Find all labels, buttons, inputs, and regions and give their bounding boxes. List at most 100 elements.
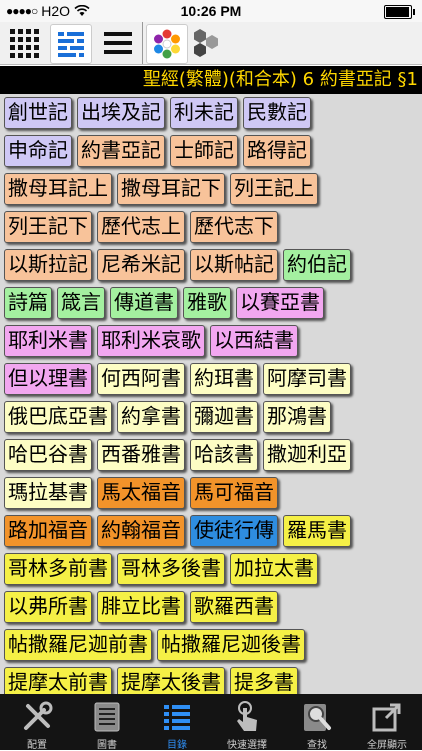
- book-button[interactable]: 耶利米哀歌: [97, 325, 205, 357]
- book-row: 哈巴谷書 西番雅書 哈該書 撒迦利亞: [4, 439, 422, 471]
- book-button[interactable]: 加拉太書: [230, 553, 318, 585]
- book-button[interactable]: 士師記: [170, 135, 238, 167]
- book-button[interactable]: 雅歌: [183, 287, 231, 319]
- book-button[interactable]: 馬太福音: [97, 477, 185, 509]
- tab-label: 目錄: [167, 740, 187, 751]
- book-button[interactable]: 約伯記: [283, 249, 351, 281]
- tab-search[interactable]: 查找: [282, 694, 352, 751]
- tab-label: 查找: [307, 740, 327, 751]
- book-button[interactable]: 哈巴谷書: [4, 439, 92, 471]
- book-button[interactable]: 詩篇: [4, 287, 52, 319]
- book-button[interactable]: 以西結書: [210, 325, 298, 357]
- book-row: 詩篇 箴言 傳道書 雅歌 以賽亞書: [4, 287, 422, 319]
- book-row: 俄巴底亞書 約拿書 彌迦書 那鴻書: [4, 401, 422, 433]
- book-row: 列王記下 歷代志上 歷代志下: [4, 211, 422, 243]
- book-button[interactable]: 尼希米記: [97, 249, 185, 281]
- clock: 10:26 PM: [180, 3, 242, 19]
- book-row: 但以理書 何西阿書 約珥書 阿摩司書: [4, 363, 422, 395]
- list-view-button[interactable]: [50, 24, 92, 64]
- fullscreen-icon: [372, 703, 401, 732]
- book-button[interactable]: 撒母耳記下: [117, 173, 225, 205]
- tap-icon: [237, 701, 257, 731]
- book-button[interactable]: 路得記: [243, 135, 311, 167]
- book-button[interactable]: 以斯帖記: [190, 249, 278, 281]
- book-button[interactable]: 馬可福音: [190, 477, 278, 509]
- book-row: 以斯拉記 尼希米記 以斯帖記 約伯記: [4, 249, 422, 281]
- book-button[interactable]: 何西阿書: [97, 363, 185, 395]
- book-button[interactable]: 帖撒羅尼迦後書: [157, 629, 305, 661]
- book-button[interactable]: 哈該書: [190, 439, 258, 471]
- tab-books[interactable]: 圖書: [72, 694, 142, 751]
- book-button[interactable]: 提摩太前書: [4, 667, 112, 694]
- book-button[interactable]: 利未記: [170, 97, 238, 129]
- book-button[interactable]: 歷代志下: [190, 211, 278, 243]
- book-button[interactable]: 以賽亞書: [236, 287, 324, 319]
- book-button[interactable]: 列王記上: [230, 173, 318, 205]
- book-button[interactable]: 約翰福音: [97, 515, 185, 547]
- book-icon: [94, 702, 120, 732]
- paragraph-view-icon: [104, 32, 132, 54]
- color-mode-button[interactable]: [146, 24, 188, 64]
- toolbar-divider: [142, 22, 143, 64]
- book-title-bar: 聖經(繁體)(和合本) 6 約書亞記 §1: [0, 66, 422, 96]
- status-bar: ●●●●○ H2O 10:26 PM: [0, 0, 422, 22]
- book-button[interactable]: 彌迦書: [190, 401, 258, 433]
- book-button[interactable]: 約書亞記: [77, 135, 165, 167]
- book-button[interactable]: 哥林多後書: [117, 553, 225, 585]
- list-icon: [164, 705, 190, 730]
- book-button[interactable]: 提多書: [230, 667, 298, 694]
- tools-icon: [24, 701, 53, 730]
- book-button[interactable]: 羅馬書: [283, 515, 351, 547]
- book-button[interactable]: 撒母耳記上: [4, 173, 112, 205]
- book-button[interactable]: 阿摩司書: [263, 363, 351, 395]
- book-button[interactable]: 耶利米書: [4, 325, 92, 357]
- book-button[interactable]: 撒迦利亞: [263, 439, 351, 471]
- book-button[interactable]: 約拿書: [117, 401, 185, 433]
- book-title: 聖經(繁體)(和合本) 6 約書亞記 §1: [142, 69, 418, 90]
- book-button[interactable]: 哥林多前書: [4, 553, 112, 585]
- tab-label: 圖書: [97, 740, 117, 751]
- book-button[interactable]: 帖撒羅尼迦前書: [4, 629, 152, 661]
- book-row: 申命記 約書亞記 士師記 路得記: [4, 135, 422, 167]
- book-row: 哥林多前書 哥林多後書 加拉太書: [4, 553, 422, 585]
- book-row: 耶利米書 耶利米哀歌 以西結書: [4, 325, 422, 357]
- view-toolbar: [0, 22, 422, 65]
- book-button[interactable]: 以弗所書: [4, 591, 92, 623]
- book-button[interactable]: 但以理書: [4, 363, 92, 395]
- list-view-icon: [58, 32, 84, 57]
- book-button[interactable]: 民數記: [243, 97, 311, 129]
- book-button[interactable]: 歷代志上: [97, 211, 185, 243]
- book-button[interactable]: 西番雅書: [97, 439, 185, 471]
- book-button[interactable]: 俄巴底亞書: [4, 401, 112, 433]
- grid-view-button[interactable]: [4, 24, 44, 62]
- book-button[interactable]: 以斯拉記: [4, 249, 92, 281]
- book-button[interactable]: 約珥書: [190, 363, 258, 395]
- tab-contents[interactable]: 目錄: [142, 694, 212, 751]
- book-button[interactable]: 提摩太後書: [117, 667, 225, 694]
- battery-level: [386, 7, 409, 17]
- book-button[interactable]: 列王記下: [4, 211, 92, 243]
- book-button[interactable]: 使徒行傳: [190, 515, 278, 547]
- book-button[interactable]: 傳道書: [110, 287, 178, 319]
- book-row: 以弗所書 腓立比書 歌羅西書: [4, 591, 422, 623]
- book-button[interactable]: 那鴻書: [263, 401, 331, 433]
- tab-label: 配置: [27, 740, 47, 751]
- tab-quick-select[interactable]: 快速選擇: [212, 694, 282, 751]
- tab-bar: 配置 圖書 目錄 快速選擇 查找 全屏顯示: [0, 694, 422, 751]
- book-button[interactable]: 腓立比書: [97, 591, 185, 623]
- book-button[interactable]: 路加福音: [4, 515, 92, 547]
- color-wheel-icon: [154, 29, 180, 59]
- book-button[interactable]: 創世記: [4, 97, 72, 129]
- book-button[interactable]: 瑪拉基書: [4, 477, 92, 509]
- paragraph-view-button[interactable]: [98, 24, 138, 62]
- tab-settings[interactable]: 配置: [2, 694, 72, 751]
- gray-hexagons-icon: [194, 29, 218, 57]
- battery-icon: [384, 5, 415, 19]
- book-button[interactable]: 出埃及記: [77, 97, 165, 129]
- book-button[interactable]: 歌羅西書: [190, 591, 278, 623]
- book-button[interactable]: 申命記: [4, 135, 72, 167]
- book-button[interactable]: 箴言: [57, 287, 105, 319]
- gray-mode-button[interactable]: [186, 24, 226, 62]
- tab-fullscreen[interactable]: 全屏顯示: [352, 694, 422, 751]
- tab-label: 快速選擇: [227, 740, 267, 751]
